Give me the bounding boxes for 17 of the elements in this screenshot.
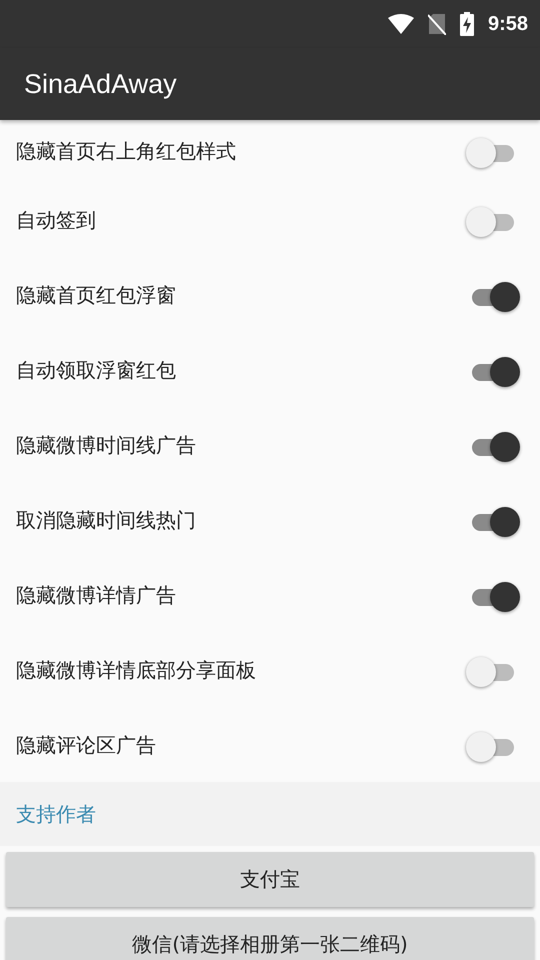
no-sim-icon xyxy=(428,13,446,35)
setting-label: 自动签到 xyxy=(16,207,96,234)
battery-charging-icon xyxy=(460,12,474,36)
setting-label: 隐藏微博时间线广告 xyxy=(16,432,196,459)
wifi-icon xyxy=(388,14,414,34)
setting-label: 自动领取浮窗红包 xyxy=(16,357,176,384)
setting-label: 取消隐藏时间线热门 xyxy=(16,507,196,534)
setting-label: 隐藏首页红包浮窗 xyxy=(16,282,176,309)
setting-label: 隐藏评论区广告 xyxy=(16,732,156,759)
action-button[interactable]: 支付宝 xyxy=(6,852,534,907)
section-title: 支持作者 xyxy=(16,800,96,828)
status-time: 9:58 xyxy=(488,12,528,36)
setting-label: 隐藏首页右上角红包样式 xyxy=(16,138,236,165)
app-title: SinaAdAway xyxy=(24,68,177,100)
setting-label: 隐藏微博详情底部分享面板 xyxy=(16,657,256,684)
setting-label: 隐藏微博详情广告 xyxy=(16,582,176,609)
action-button[interactable]: 微信(请选择相册第一张二维码) xyxy=(6,917,534,960)
